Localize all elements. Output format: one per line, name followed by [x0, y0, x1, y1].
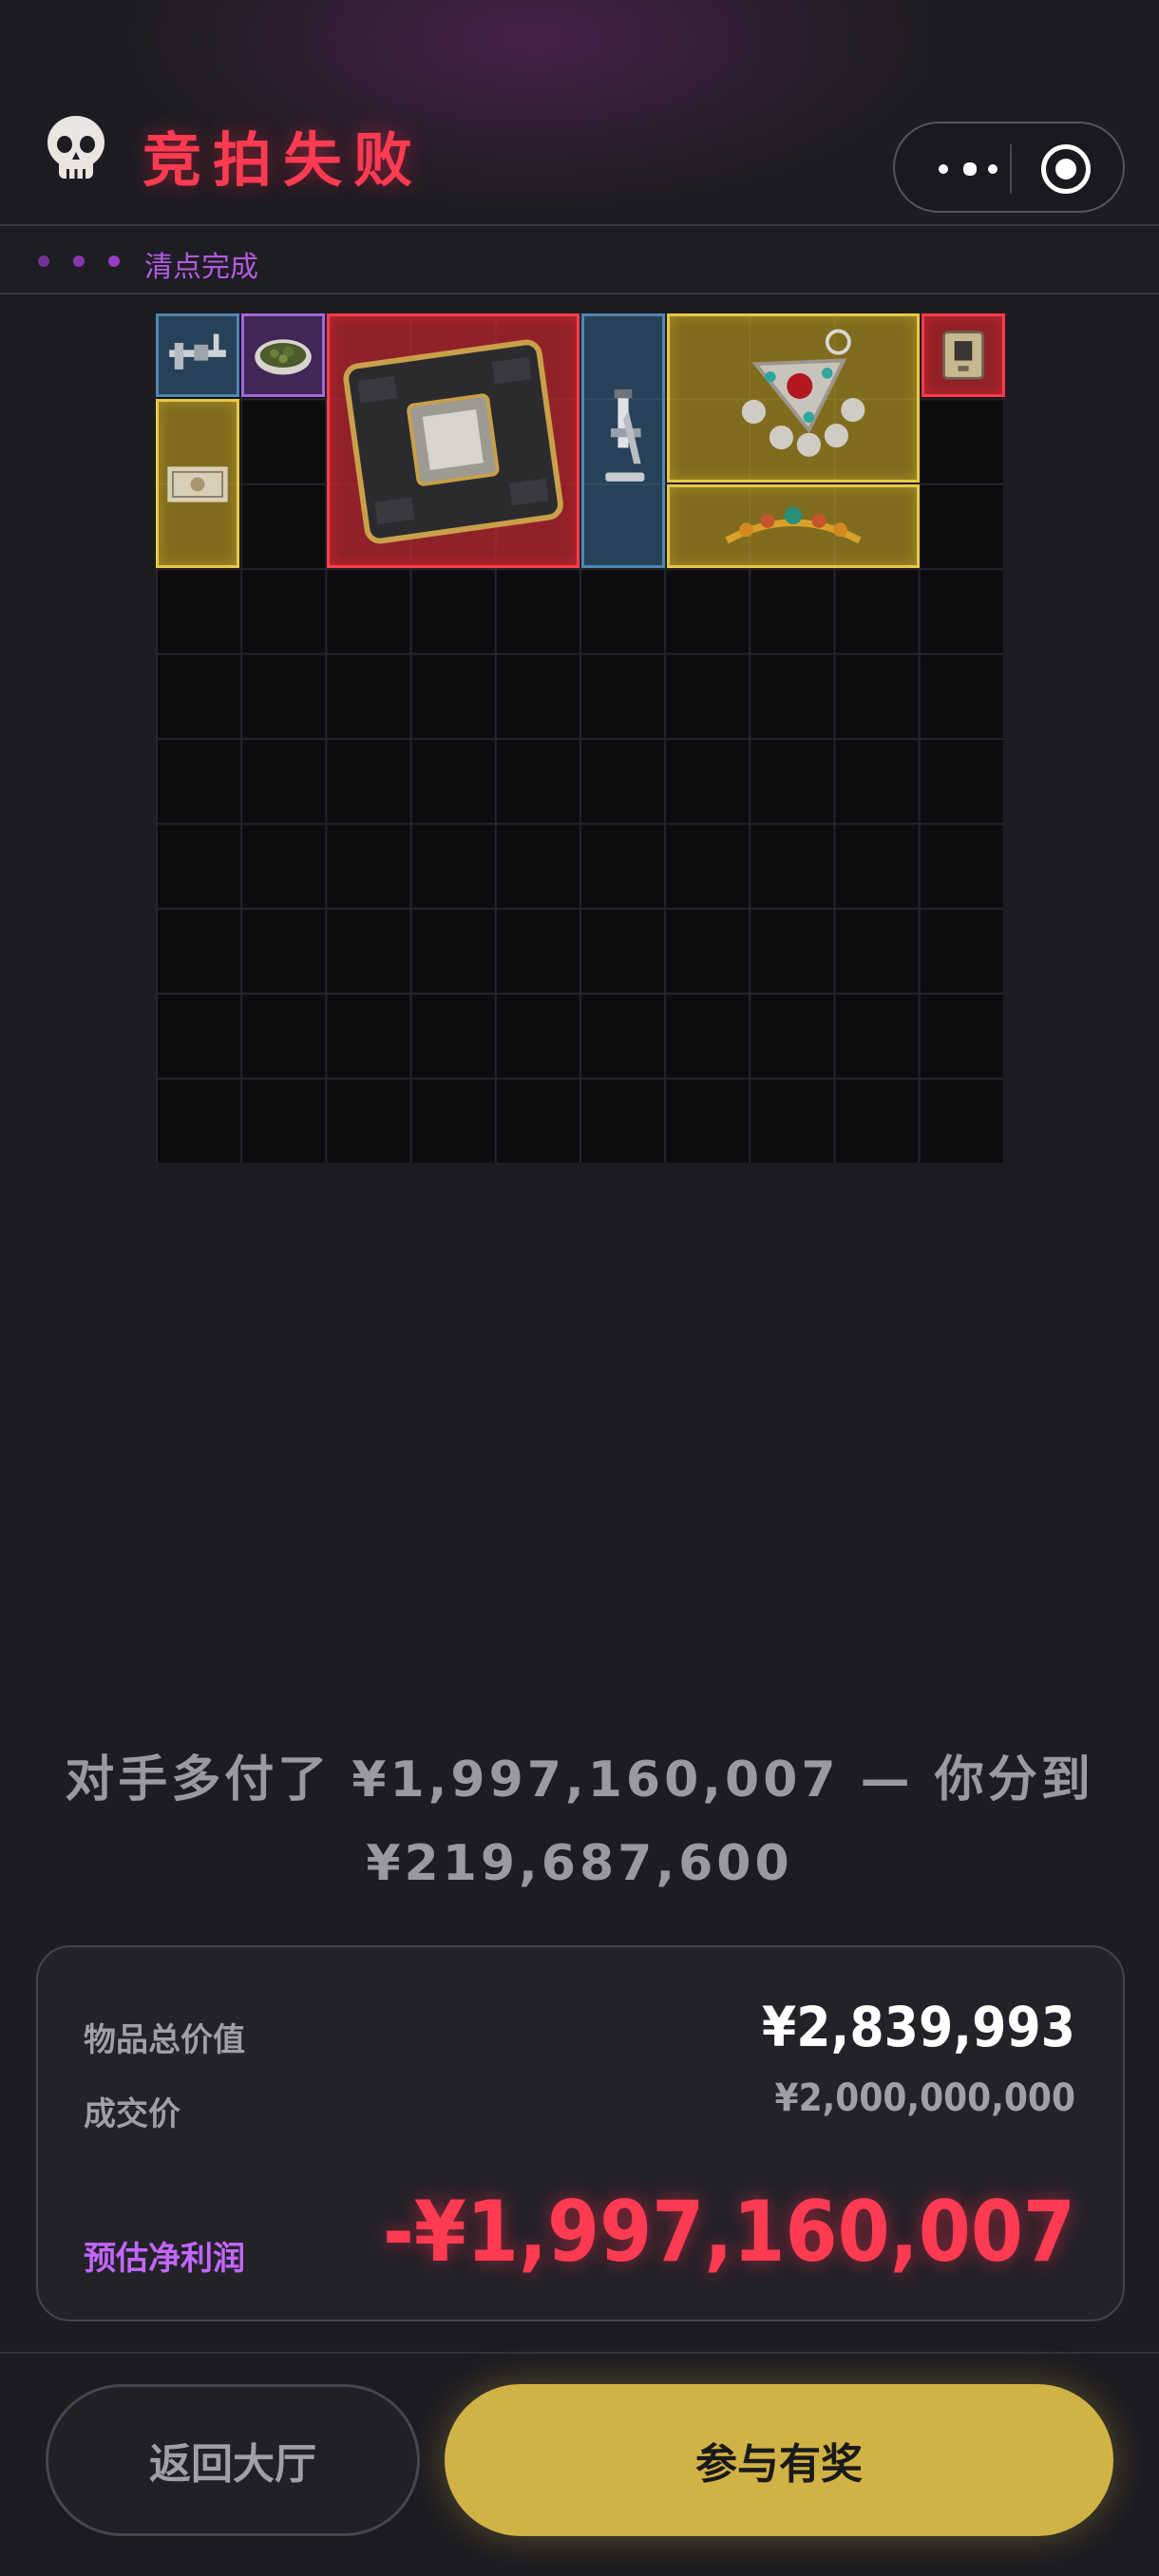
more-dots-icon[interactable]	[929, 150, 1013, 188]
item-gpu-chip[interactable]	[327, 313, 580, 568]
total-value-label: 物品总价值	[84, 2021, 245, 2059]
chip-icon	[343, 339, 563, 544]
microscope-icon	[605, 388, 645, 482]
skull-icon	[42, 114, 110, 186]
target-circle-icon[interactable]	[1041, 144, 1091, 194]
back-to-lobby-button[interactable]: 返回大厅	[46, 2384, 420, 2536]
header: 竞拍失败	[0, 0, 1159, 226]
footer-bar: 返回大厅 参与有奖	[0, 2352, 1159, 2576]
settlement-card: 物品总价值 ¥2,839,993 成交价 ¥2,000,000,000 预估净利…	[36, 1945, 1125, 2321]
caliper-icon	[169, 333, 226, 369]
auction-result-screen: 竞拍失败 清点完成 对手多付了 ¥1,997,160,007 — 你分到 ¥21…	[0, 0, 1159, 2576]
deal-price-label: 成交价	[84, 2095, 180, 2133]
item-pendant[interactable]	[667, 313, 920, 483]
summary-line-1: 对手多付了 ¥1,997,160,007 — 你分到	[65, 1752, 1094, 1809]
status-text: 清点完成	[144, 251, 258, 284]
loss-summary: 对手多付了 ¥1,997,160,007 — 你分到 ¥219,687,600	[57, 1738, 1102, 1905]
item-device[interactable]	[922, 313, 1005, 397]
pendant-icon	[741, 329, 865, 457]
profit-value: -¥1,997,160,007	[382, 2183, 1075, 2281]
tiara-icon	[725, 506, 862, 544]
mini-program-capsule	[893, 122, 1125, 213]
item-microscope[interactable]	[581, 313, 665, 568]
item-tiara[interactable]	[667, 484, 920, 568]
profit-label: 预估净利润	[84, 2240, 245, 2278]
herb-dish-icon	[255, 339, 312, 375]
total-value: ¥2,839,993	[761, 1995, 1075, 2059]
inventory-grid	[156, 313, 1005, 1163]
item-caliper[interactable]	[156, 313, 239, 397]
page-title: 竞拍失败	[142, 125, 425, 195]
progress-dots	[38, 254, 124, 269]
summary-line-2: ¥219,687,600	[366, 1835, 793, 1892]
deal-price: ¥2,000,000,000	[774, 2076, 1075, 2120]
device-icon	[942, 331, 984, 380]
status-bar: 清点完成	[0, 228, 1159, 294]
join-reward-button[interactable]: 参与有奖	[445, 2384, 1113, 2536]
item-banknote[interactable]	[156, 399, 239, 568]
item-herb-dish[interactable]	[241, 313, 325, 397]
capsule-divider	[1010, 144, 1012, 194]
banknote-icon	[167, 466, 228, 502]
